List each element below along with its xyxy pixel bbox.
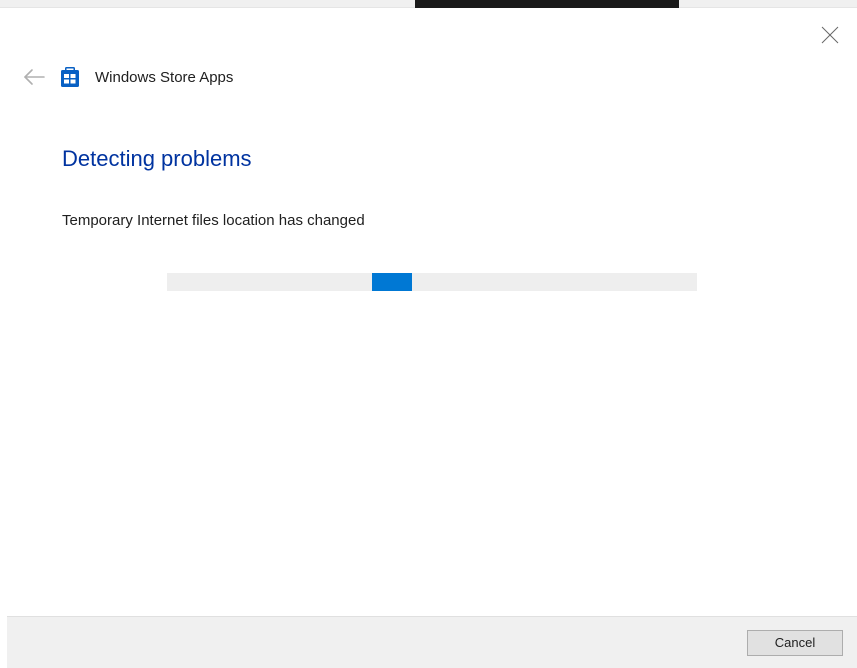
status-text: Temporary Internet files location has ch… (62, 212, 802, 229)
close-button[interactable] (821, 26, 839, 44)
app-title: Windows Store Apps (95, 69, 233, 86)
cancel-button[interactable]: Cancel (747, 630, 843, 656)
windows-store-icon (59, 66, 81, 88)
window-top-strip (0, 0, 857, 8)
background-dark-strip (415, 0, 679, 8)
header-bar: Windows Store Apps (7, 8, 857, 88)
progress-bar (167, 273, 697, 291)
page-heading: Detecting problems (62, 146, 802, 172)
back-button[interactable] (23, 68, 45, 86)
footer-bar: Cancel (7, 616, 857, 668)
troubleshooter-window: Windows Store Apps Detecting problems Te… (7, 8, 857, 668)
close-icon (821, 31, 839, 48)
progress-indicator (372, 273, 412, 291)
content-area: Detecting problems Temporary Internet fi… (7, 88, 857, 616)
